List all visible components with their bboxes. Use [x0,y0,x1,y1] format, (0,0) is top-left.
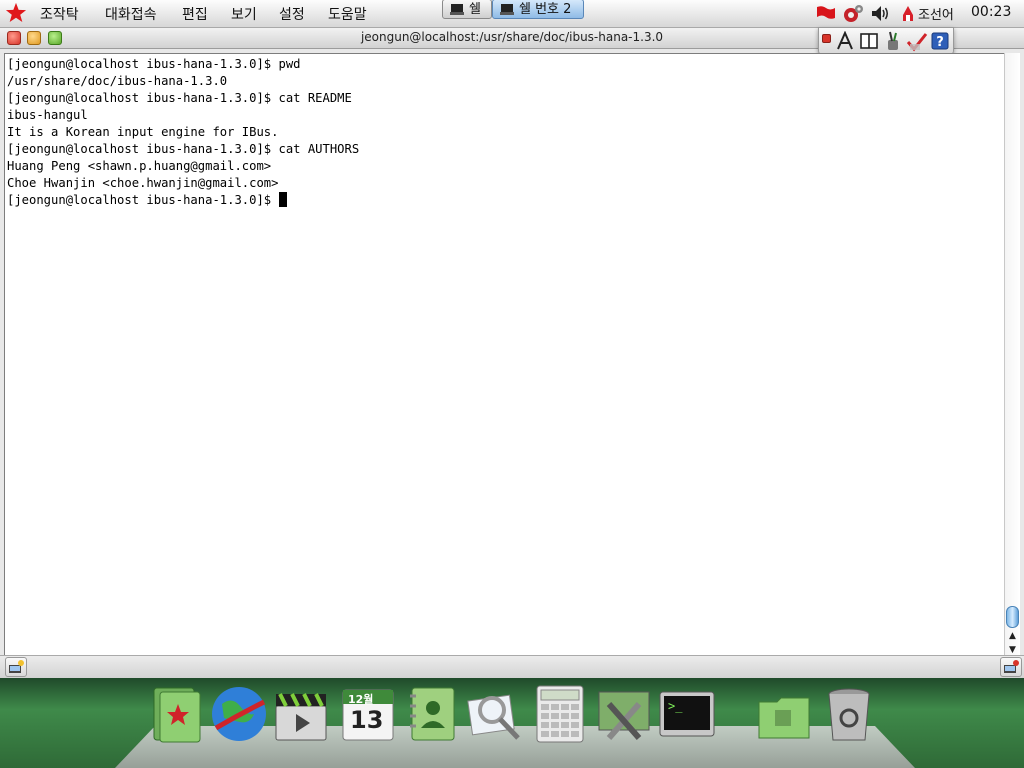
tab-label: 쉘 번호 2 [519,2,572,17]
terminal-prompt: [jeongun@localhost ibus-hana-1.3.0]$ [7,193,279,207]
menu-settings[interactable]: 설정 [279,4,305,24]
flag-icon[interactable] [816,6,836,20]
terminal-prompt-line: [jeongun@localhost ibus-hana-1.3.0]$ [7,192,359,209]
terminal-line: [jeongun@localhost ibus-hana-1.3.0]$ cat… [7,142,360,156]
terminal-line: [jeongun@localhost ibus-hana-1.3.0]$ cat… [7,91,352,105]
address-book-icon[interactable] [404,684,462,744]
terminal-tab-icon [450,4,464,15]
terminal-line: [jeongun@localhost ibus-hana-1.3.0]$ pwd [7,57,301,71]
terminal-line: Choe Hwanjin <choe.hwanjin@gmail.com> [7,176,279,190]
menu-help[interactable]: 도움말 [328,4,367,24]
brush-cup-icon[interactable] [882,30,904,52]
terminal-area[interactable]: [jeongun@localhost ibus-hana-1.3.0]$ pwd… [4,53,1005,664]
system-tray: 조선어 00:23 [814,0,1024,27]
terminal-output: [jeongun@localhost ibus-hana-1.3.0]$ pwd… [7,56,359,209]
scrollbar-thumb[interactable] [1006,606,1019,628]
ime-toolbar: ? [818,27,954,55]
terminal-tab-icon [500,4,514,15]
layout-columns-icon[interactable] [859,31,879,51]
terminal-line: /usr/share/doc/ibus-hana-1.3.0 [7,74,228,88]
calculator-icon[interactable] [531,684,589,744]
text-cursor [278,192,287,207]
folder-icon[interactable] [755,684,813,744]
video-clapper-icon[interactable] [272,684,330,744]
new-tab-icon [9,660,24,673]
terminal-line: ibus-hangul [7,108,88,122]
input-method-icon[interactable] [901,5,915,23]
browser-globe-icon[interactable] [210,684,268,744]
calendar-day: 13 [350,706,384,734]
menu-view[interactable]: 보기 [231,4,257,24]
close-tab-icon [1004,660,1019,673]
red-star-icon[interactable] [5,2,27,24]
svg-text:>_: >_ [668,699,683,713]
tab-bar [0,655,1024,678]
check-tool-icon[interactable] [906,30,928,52]
menu-edit[interactable]: 편집 [182,4,208,24]
tab-label: 쉘 [469,2,481,17]
menu-connection[interactable]: 대화접속 [105,4,157,24]
font-a-icon[interactable] [835,31,855,51]
ime-close-icon[interactable] [822,34,831,43]
system-tools-icon[interactable] [595,684,653,744]
vertical-scrollbar[interactable]: ▲ ▼ [1004,53,1020,662]
language-indicator[interactable]: 조선어 [918,4,954,23]
scroll-up-arrow-icon[interactable]: ▲ [1007,631,1018,642]
calendar-month: 12월 [348,693,374,706]
documents-icon[interactable] [148,684,206,744]
tab-shell-1[interactable]: 쉘 [442,0,492,19]
clock[interactable]: 00:23 [971,4,1011,20]
terminal-line: It is a Korean input engine for IBus. [7,125,279,139]
terminal-icon[interactable]: >_ [658,684,716,744]
image-viewer-icon[interactable] [466,684,524,744]
volume-icon[interactable] [870,5,890,22]
terminal-line: Huang Peng <shawn.p.huang@gmail.com> [7,159,272,173]
new-tab-button[interactable] [5,657,27,677]
svg-text:?: ? [936,35,944,50]
tab-shell-2[interactable]: 쉘 번호 2 [492,0,584,19]
dock: 12월 13 >_ [0,678,1024,768]
close-tab-button[interactable] [1000,657,1022,677]
help-book-icon[interactable]: ? [930,31,950,51]
menu-console[interactable]: 조작탁 [40,4,79,24]
trash-icon[interactable] [820,684,878,744]
network-gear-icon[interactable] [842,4,864,24]
